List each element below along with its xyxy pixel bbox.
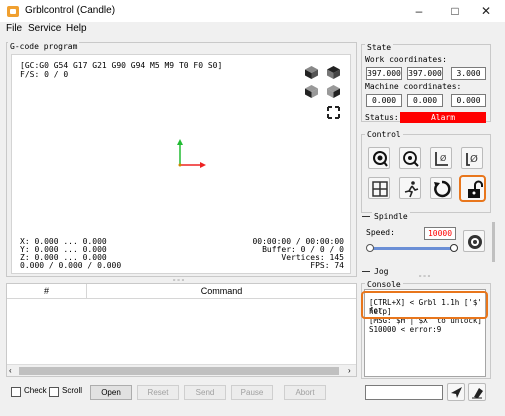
column-header-number[interactable]: # (7, 284, 87, 299)
machine-z-field: 0.000 (451, 94, 486, 107)
horizontal-scrollbar[interactable]: ‹ › (7, 364, 356, 376)
z-probe-icon: Ø (435, 152, 448, 166)
send-command-button[interactable] (447, 383, 465, 401)
spindle-icon (468, 235, 482, 249)
view-top-button[interactable] (326, 65, 341, 80)
scroll-label: Scroll (62, 386, 83, 395)
view-left-button[interactable] (326, 84, 341, 99)
home-icon (373, 151, 388, 167)
status-label: Status: (365, 113, 399, 122)
svg-text:Ø: Ø (470, 153, 478, 165)
speed-label: Speed: (366, 228, 395, 237)
state-group-title: State (365, 43, 394, 52)
scroll-checkbox[interactable] (49, 387, 59, 397)
console-highlight-frame (361, 291, 488, 319)
speed-field[interactable]: 10000 (424, 227, 456, 240)
svg-text:Ø: Ø (440, 153, 446, 163)
spindle-group-title: Spindle (372, 212, 410, 221)
status-badge: Alarm (400, 112, 486, 123)
abort-button[interactable]: Abort (284, 385, 326, 400)
work-x-field: 397.000 (366, 67, 402, 80)
right-panel-scrollbar[interactable] (491, 42, 496, 402)
cube-top-icon (327, 66, 340, 79)
reset-machine-button[interactable] (430, 177, 452, 199)
reset-icon (434, 180, 451, 198)
app-icon (7, 6, 19, 17)
zero-xy-button[interactable] (368, 177, 390, 199)
pause-button[interactable]: Pause (231, 385, 273, 400)
size-text: 0.000 / 0.000 / 0.000 (20, 261, 122, 270)
machine-y-field: 0.000 (407, 94, 443, 107)
scroll-left-icon[interactable]: ‹ (9, 366, 12, 375)
program-table[interactable]: # Command ‹ › (6, 283, 357, 377)
menu-bar: File Service Help (0, 22, 505, 36)
cube-icon (305, 66, 318, 79)
gcode-viewport[interactable]: [GC:G0 G54 G17 G21 G90 G94 M5 M9 T0 F0 S… (11, 54, 351, 274)
menu-file[interactable]: File (6, 23, 22, 34)
unlock-button[interactable] (459, 175, 486, 202)
check-label: Check (24, 386, 47, 395)
zoom-icon (403, 151, 419, 167)
menu-help[interactable]: Help (66, 23, 87, 34)
gcode-group-title: G-code program (8, 42, 80, 51)
right-scrollbar-thumb[interactable] (492, 222, 495, 262)
menu-service[interactable]: Service (28, 23, 61, 34)
zero-xy-icon (372, 181, 388, 197)
cube-left-icon (327, 85, 340, 98)
view-front-button[interactable] (304, 84, 319, 99)
zoom-button[interactable] (399, 147, 421, 169)
control-group-title: Control (365, 130, 403, 139)
parser-state-text: [GC:G0 G54 G17 G21 G90 G94 M5 M9 T0 F0 S… (20, 61, 223, 70)
send-button[interactable]: Send (184, 385, 226, 400)
console-line: S10000 < error:9 (369, 325, 442, 334)
open-button[interactable]: Open (90, 385, 132, 400)
send-icon (451, 387, 462, 398)
right-splitter-handle[interactable]: ∘∘∘ (418, 272, 431, 280)
console-group-title: Console (365, 280, 403, 289)
view-iso-button[interactable] (304, 65, 319, 80)
cube-front-icon (305, 85, 318, 98)
speed-slider-knob[interactable] (450, 244, 458, 252)
machine-x-field: 0.000 (366, 94, 402, 107)
jog-group-title: Jog (372, 267, 391, 276)
fit-view-button[interactable] (326, 105, 341, 120)
fps-text: FPS: 74 (310, 261, 344, 270)
machine-coords-label: Machine coordinates: (365, 82, 462, 91)
fit-icon (327, 106, 340, 119)
z-probe-button[interactable]: Ø (430, 147, 452, 169)
scroll-right-icon[interactable]: › (348, 366, 351, 375)
run-button[interactable] (399, 177, 421, 199)
feed-speed-text: F/S: 0 / 0 (20, 70, 69, 79)
window-title: Grblcontrol (Candle) (25, 5, 116, 16)
zero-z-icon: Ø (466, 153, 478, 166)
minimize-button[interactable]: – (405, 3, 433, 19)
spindle-collapse-marker[interactable] (362, 216, 370, 217)
run-icon (404, 181, 419, 198)
eraser-icon (472, 388, 483, 399)
jog-collapse-marker[interactable] (362, 271, 370, 272)
clear-console-button[interactable] (468, 383, 486, 401)
check-checkbox[interactable] (11, 387, 21, 397)
unlock-icon (468, 180, 483, 198)
console-command-input[interactable] (365, 385, 443, 400)
home-button[interactable] (368, 147, 390, 169)
column-header-command[interactable]: Command (87, 284, 356, 299)
reset-button[interactable]: Reset (137, 385, 179, 400)
speed-slider-min-knob[interactable] (366, 244, 374, 252)
spindle-button[interactable] (463, 230, 485, 252)
work-y-field: 397.000 (407, 67, 443, 80)
work-coords-label: Work coordinates: (365, 55, 447, 64)
origin-axes-icon (177, 139, 206, 168)
title-bar: Grblcontrol (Candle) – □ ✕ (0, 0, 505, 22)
maximize-button[interactable]: □ (441, 3, 469, 19)
zero-z-button[interactable]: Ø (461, 147, 483, 169)
speed-slider-fill (368, 247, 452, 250)
scrollbar-thumb[interactable] (19, 367, 339, 375)
close-button[interactable]: ✕ (472, 3, 500, 19)
work-z-field: 3.000 (451, 67, 486, 80)
